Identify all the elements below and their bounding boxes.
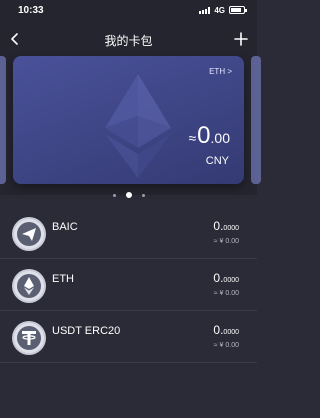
balance-integer: 0 bbox=[197, 122, 211, 149]
approx-sign: ≈ bbox=[188, 130, 197, 146]
asset-fiat-value: ≈ ¥ 0.00 bbox=[213, 238, 239, 245]
amount-integer: 0. bbox=[213, 219, 224, 233]
ethereum-watermark-icon bbox=[105, 74, 171, 178]
carousel-indicator bbox=[0, 192, 257, 198]
asset-list: BAIC 0. 0000 ≈ ¥ 0.00 ETH 0. 0000 ≈ ¥ 0.… bbox=[0, 207, 257, 363]
status-indicators: 4G bbox=[199, 5, 247, 15]
paper-plane-icon bbox=[14, 219, 44, 249]
card-currency: CNY bbox=[205, 155, 229, 167]
balance-decimal: .00 bbox=[210, 130, 230, 146]
add-icon[interactable] bbox=[233, 31, 249, 47]
network-type: 4G bbox=[214, 5, 225, 15]
asset-name: USDT ERC20 bbox=[52, 325, 121, 337]
carousel-dot-active[interactable] bbox=[125, 192, 132, 198]
card-balance: ≈ 0 .00 bbox=[188, 122, 230, 150]
asset-fiat-value: ≈ ¥ 0.00 bbox=[213, 342, 239, 349]
page-title: 我的卡包 bbox=[104, 33, 153, 48]
signal-icon bbox=[199, 6, 211, 14]
status-time: 10:33 bbox=[18, 4, 44, 16]
status-bar: 10:33 4G bbox=[0, 0, 257, 20]
asset-amount: 0. 0000 bbox=[213, 271, 239, 285]
asset-amount: 0. 0000 bbox=[213, 219, 239, 233]
wallet-card[interactable]: ETH > ≈ 0 .00 CNY bbox=[13, 56, 244, 184]
network-link[interactable]: ETH > bbox=[209, 67, 232, 76]
amount-decimal: 0000 bbox=[223, 329, 239, 336]
next-card-peek[interactable] bbox=[251, 56, 261, 184]
asset-fiat-value: ≈ ¥ 0.00 bbox=[213, 290, 239, 297]
carousel-dot[interactable] bbox=[141, 193, 145, 197]
asset-name: ETH bbox=[52, 273, 74, 285]
amount-integer: 0. bbox=[213, 271, 224, 285]
asset-row-eth[interactable]: ETH 0. 0000 ≈ ¥ 0.00 bbox=[0, 259, 257, 311]
previous-card-peek[interactable] bbox=[0, 56, 6, 184]
back-arrow-icon[interactable] bbox=[8, 31, 22, 47]
asset-row-baic[interactable]: BAIC 0. 0000 ≈ ¥ 0.00 bbox=[0, 207, 257, 259]
ethereum-icon bbox=[14, 271, 44, 301]
asset-row-usdt[interactable]: USDT ERC20 0. 0000 ≈ ¥ 0.00 bbox=[0, 311, 257, 363]
asset-amount: 0. 0000 bbox=[213, 323, 239, 337]
asset-name: BAIC bbox=[52, 221, 78, 233]
tether-icon bbox=[14, 323, 44, 353]
amount-integer: 0. bbox=[213, 323, 224, 337]
carousel-dot[interactable] bbox=[112, 193, 116, 197]
amount-decimal: 0000 bbox=[223, 225, 239, 232]
amount-decimal: 0000 bbox=[223, 277, 239, 284]
nav-bar: 我的卡包 bbox=[0, 28, 257, 52]
battery-icon bbox=[229, 6, 247, 14]
